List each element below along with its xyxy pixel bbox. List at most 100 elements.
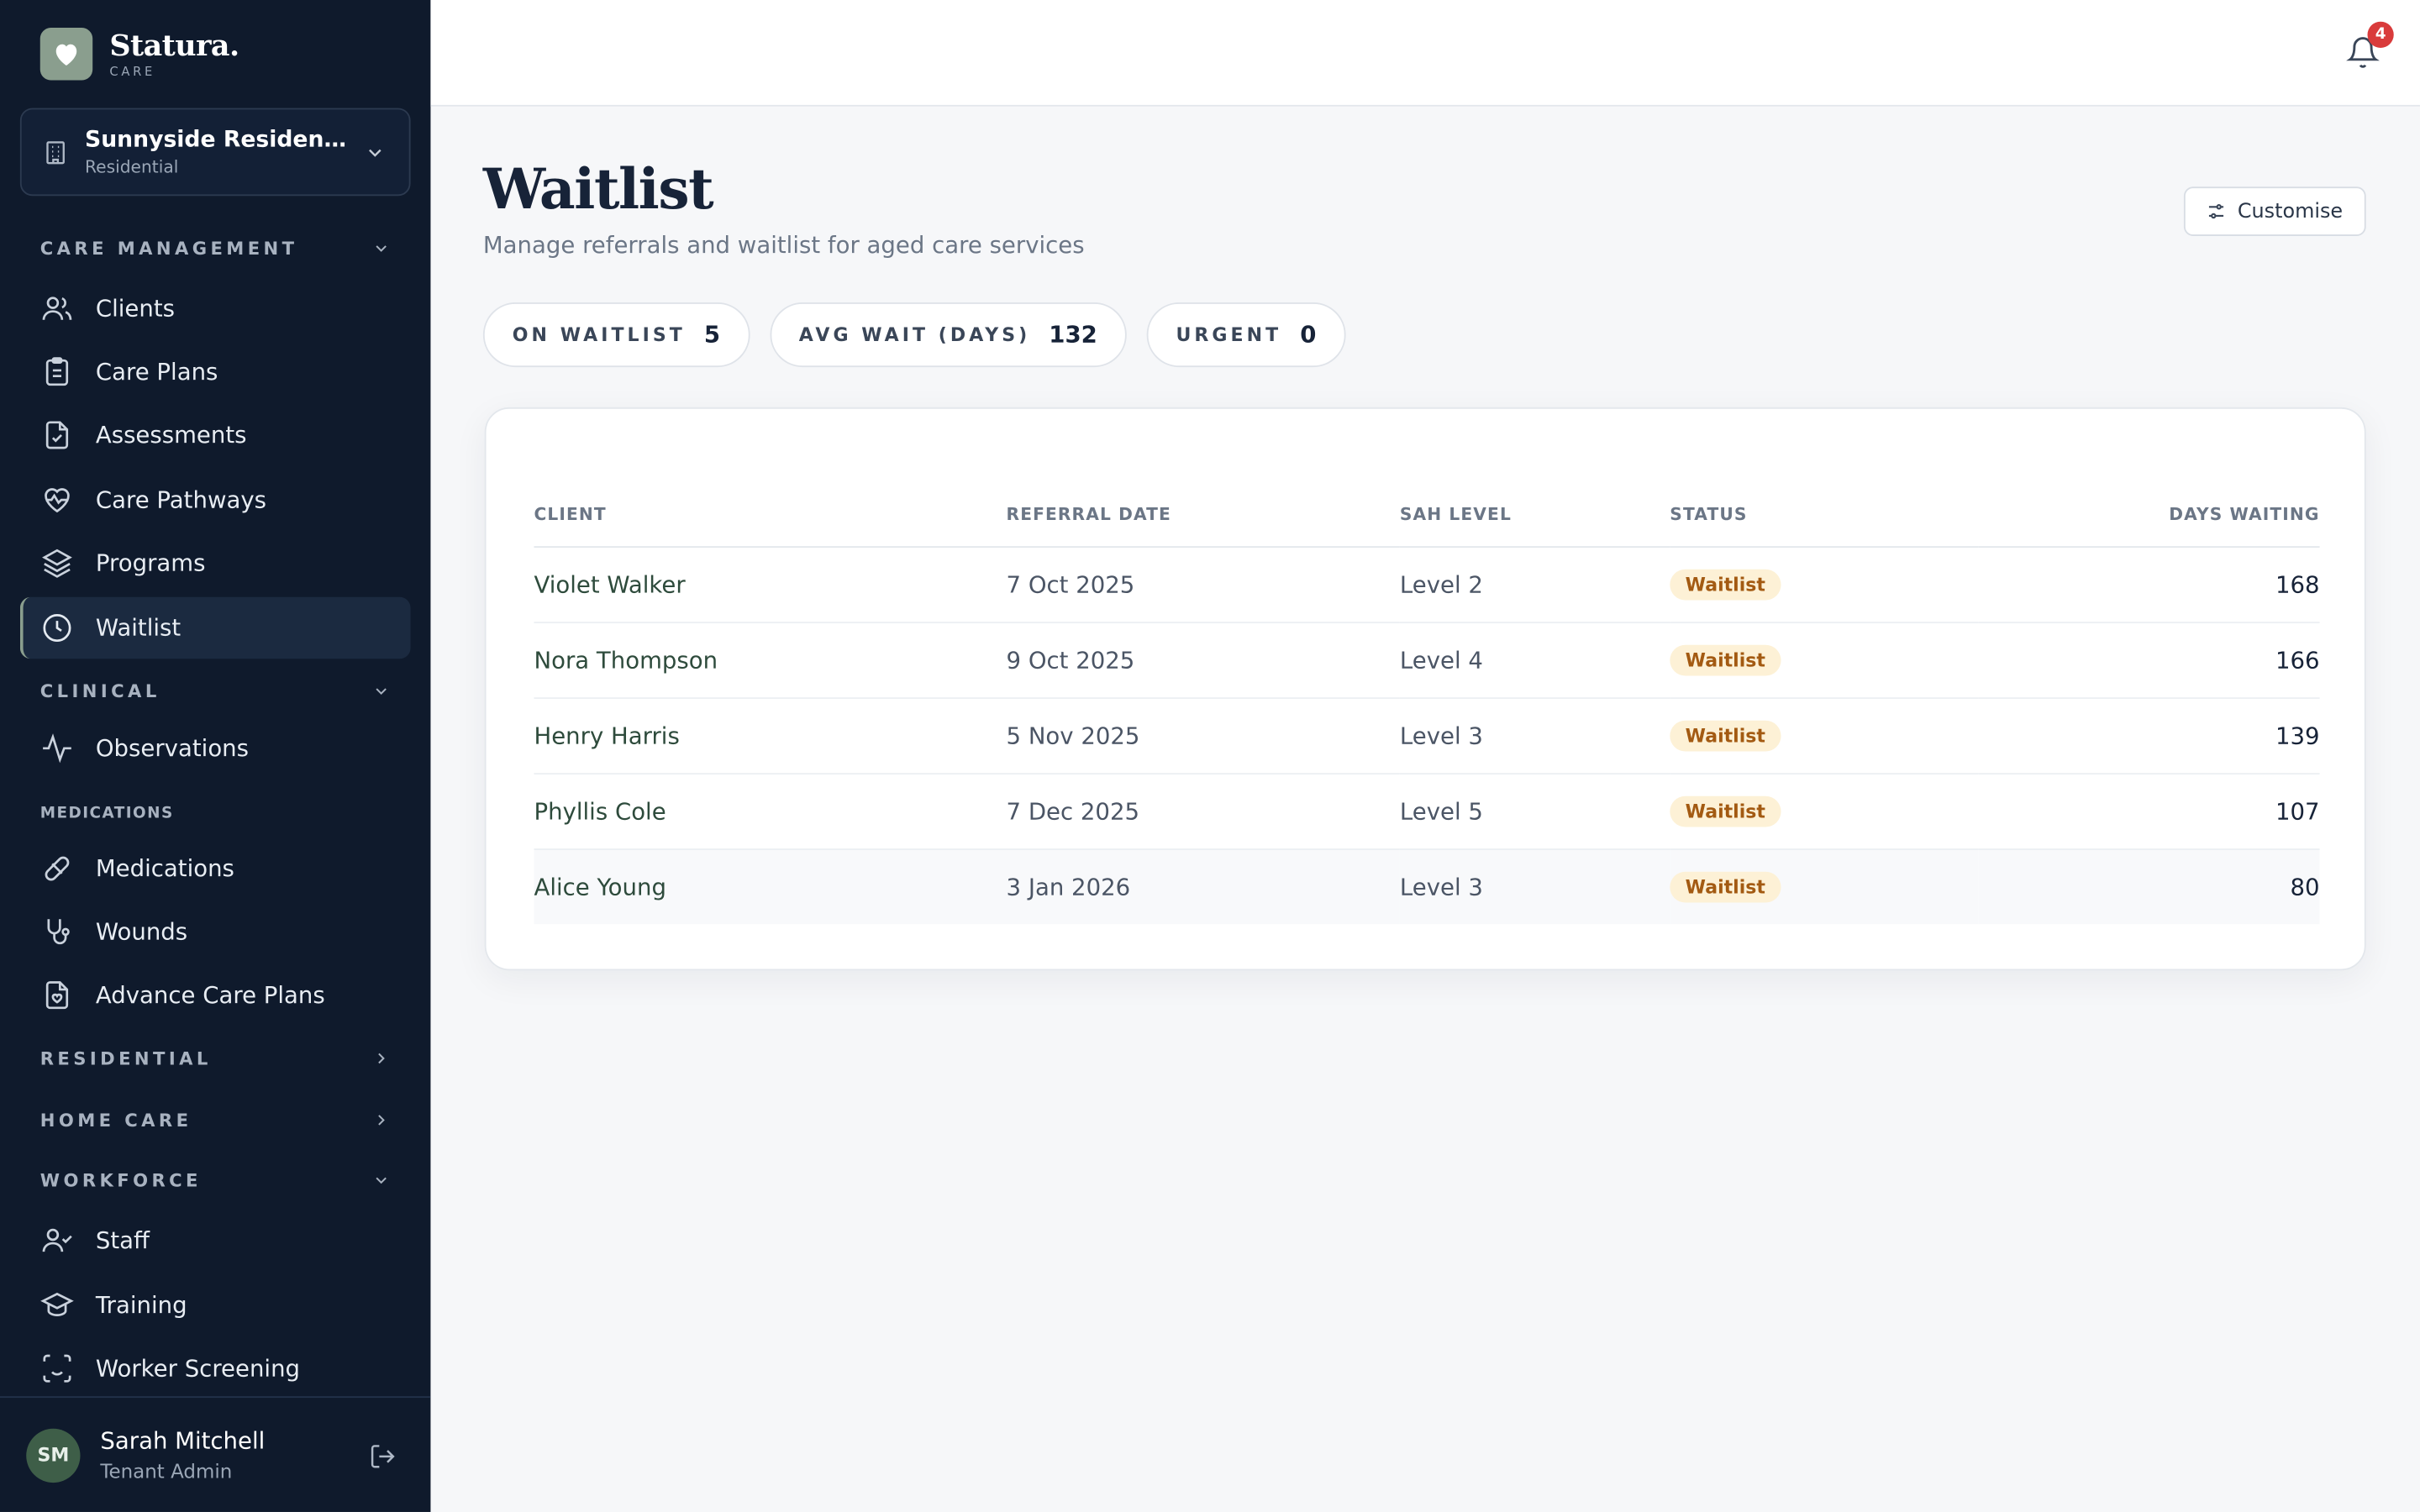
table-row[interactable]: Alice Young 3 Jan 2026 Level 3 Waitlist … <box>534 848 2320 925</box>
sidebar-item-programs[interactable]: Programs <box>20 533 411 594</box>
table-row[interactable]: Violet Walker 7 Oct 2025 Level 2 Waitlis… <box>534 546 2320 623</box>
chevron-down-icon <box>376 245 387 252</box>
file-heart-icon <box>45 981 69 1010</box>
client-name[interactable]: Violet Walker <box>534 546 1007 623</box>
stat-avg-wait: AVG WAIT (DAYS) 132 <box>769 302 1127 368</box>
sidebar-item-clients[interactable]: Clients <box>20 278 411 339</box>
days-waiting: 168 <box>1978 546 2320 623</box>
sidebar-item-worker-screening[interactable]: Worker Screening <box>20 1337 411 1399</box>
client-name[interactable]: Nora Thompson <box>534 622 1007 699</box>
column-header-sah-level[interactable]: SAH LEVEL <box>1399 482 1670 548</box>
sidebar-item-care-plans[interactable]: Care Plans <box>20 341 411 402</box>
file-check-icon <box>45 421 69 449</box>
referral-date: 7 Dec 2025 <box>1006 773 1400 850</box>
users-icon <box>42 297 72 320</box>
column-header-status[interactable]: STATUS <box>1670 482 1979 548</box>
column-header-client[interactable]: CLIENT <box>534 482 1007 548</box>
stethoscope-icon <box>47 919 70 945</box>
chevron-down-icon <box>376 688 387 696</box>
sah-level: Level 4 <box>1399 622 1670 699</box>
status-badge: Waitlist <box>1670 719 1781 751</box>
page-subtitle: Manage referrals and waitlist for aged c… <box>482 231 1085 260</box>
notification-count-badge: 4 <box>2367 21 2394 48</box>
stats-bar: ON WAITLIST 5 AVG WAIT (DAYS) 132 URGENT… <box>482 302 1365 368</box>
sidebar-item-care-pathways[interactable]: Care Pathways <box>20 469 411 530</box>
page-title: Waitlist <box>482 157 714 223</box>
user-profile[interactable]: SM Sarah Mitchell Tenant Admin <box>0 1396 431 1512</box>
stat-on-waitlist: ON WAITLIST 5 <box>482 302 750 368</box>
status-badge: Waitlist <box>1670 871 1781 903</box>
main-content: 4 Waitlist Manage referrals and waitlist… <box>430 0 2420 1512</box>
sah-level: Level 3 <box>1399 848 1670 925</box>
client-name[interactable]: Henry Harris <box>534 697 1007 774</box>
sidebar-item-advance-care-plans[interactable]: Advance Care Plans <box>20 964 411 1026</box>
user-name: Sarah Mitchell <box>100 1426 266 1456</box>
section-care-management[interactable]: CARE MANAGEMENT <box>40 238 391 260</box>
chevron-right-icon <box>378 1115 385 1126</box>
section-residential[interactable]: RESIDENTIAL <box>40 1047 391 1069</box>
sah-level: Level 3 <box>1399 697 1670 774</box>
section-home-care[interactable]: HOME CARE <box>40 1110 391 1131</box>
clock-icon <box>43 614 71 643</box>
facility-selector[interactable]: Sunnyside Residentia... Residential <box>19 108 411 197</box>
section-medications: MEDICATIONS <box>39 805 174 822</box>
brand-sub: CARE <box>109 64 155 78</box>
status-badge: Waitlist <box>1670 795 1781 827</box>
brand-name: Statura. <box>109 28 239 63</box>
heart-logo-icon <box>39 28 93 81</box>
waitlist-table: CLIENT REFERRAL DATE SAH LEVEL STATUS DA… <box>534 482 2320 925</box>
sidebar-item-observations[interactable]: Observations <box>20 717 411 779</box>
referral-date: 5 Nov 2025 <box>1006 697 1400 774</box>
pill-icon <box>45 856 70 881</box>
client-name[interactable]: Alice Young <box>534 848 1007 925</box>
table-row[interactable]: Nora Thompson 9 Oct 2025 Level 4 Waitlis… <box>534 622 2320 699</box>
table-row[interactable]: Phyllis Cole 7 Dec 2025 Level 5 Waitlist… <box>534 773 2320 850</box>
section-clinical[interactable]: CLINICAL <box>40 680 391 702</box>
notifications-button[interactable]: 4 <box>2346 21 2394 69</box>
section-workforce[interactable]: WORKFORCE <box>40 1169 391 1191</box>
logout-icon[interactable] <box>369 1442 397 1470</box>
client-name[interactable]: Phyllis Cole <box>534 773 1007 850</box>
status-badge: Waitlist <box>1670 568 1781 600</box>
user-check-icon <box>42 1228 72 1252</box>
scan-face-icon <box>43 1354 71 1383</box>
referral-date: 9 Oct 2025 <box>1006 622 1400 699</box>
days-waiting: 166 <box>1978 622 2320 699</box>
chevron-down-icon <box>376 1177 387 1184</box>
facility-name: Sunnyside Residentia... <box>85 127 355 152</box>
sliders-icon <box>2208 204 2223 219</box>
sidebar-item-wounds[interactable]: Wounds <box>20 901 411 963</box>
referral-date: 3 Jan 2026 <box>1006 848 1400 925</box>
building-icon <box>46 140 65 164</box>
stat-urgent: URGENT 0 <box>1146 302 1346 368</box>
sidebar-item-training[interactable]: Training <box>20 1274 411 1336</box>
customise-button[interactable]: Customise <box>2183 186 2366 237</box>
column-header-days-waiting[interactable]: DAYS WAITING <box>1978 482 2320 548</box>
sidebar-item-waitlist[interactable]: Waitlist <box>19 596 411 659</box>
sidebar: Statura. CARE Sunnyside Residentia... Re… <box>0 0 431 1512</box>
days-waiting: 107 <box>1978 773 2320 850</box>
table-header-row: CLIENT REFERRAL DATE SAH LEVEL STATUS DA… <box>534 482 2320 548</box>
referral-date: 7 Oct 2025 <box>1006 546 1400 623</box>
sah-level: Level 5 <box>1399 773 1670 850</box>
days-waiting: 139 <box>1978 697 2320 774</box>
clipboard-icon <box>45 357 69 386</box>
column-header-referral-date[interactable]: REFERRAL DATE <box>1006 482 1400 548</box>
sidebar-item-assessments[interactable]: Assessments <box>20 404 411 465</box>
chevron-right-icon <box>378 1053 385 1064</box>
sidebar-item-staff[interactable]: Staff <box>20 1210 411 1271</box>
graduation-cap-icon <box>40 1292 74 1316</box>
avatar: SM <box>26 1427 81 1483</box>
sah-level: Level 2 <box>1399 546 1670 623</box>
heart-pulse-icon <box>45 488 70 513</box>
status-badge: Waitlist <box>1670 643 1781 675</box>
table-row[interactable]: Henry Harris 5 Nov 2025 Level 3 Waitlist… <box>534 697 2320 774</box>
layers-icon <box>42 549 72 578</box>
chevron-down-icon <box>369 149 381 157</box>
sidebar-item-medications[interactable]: Medications <box>20 837 411 899</box>
days-waiting: 80 <box>1978 848 2320 925</box>
activity-icon <box>43 733 71 764</box>
brand[interactable]: Statura. CARE <box>39 28 239 81</box>
user-role: Tenant Admin <box>100 1459 233 1483</box>
facility-type: Residential <box>85 156 179 177</box>
